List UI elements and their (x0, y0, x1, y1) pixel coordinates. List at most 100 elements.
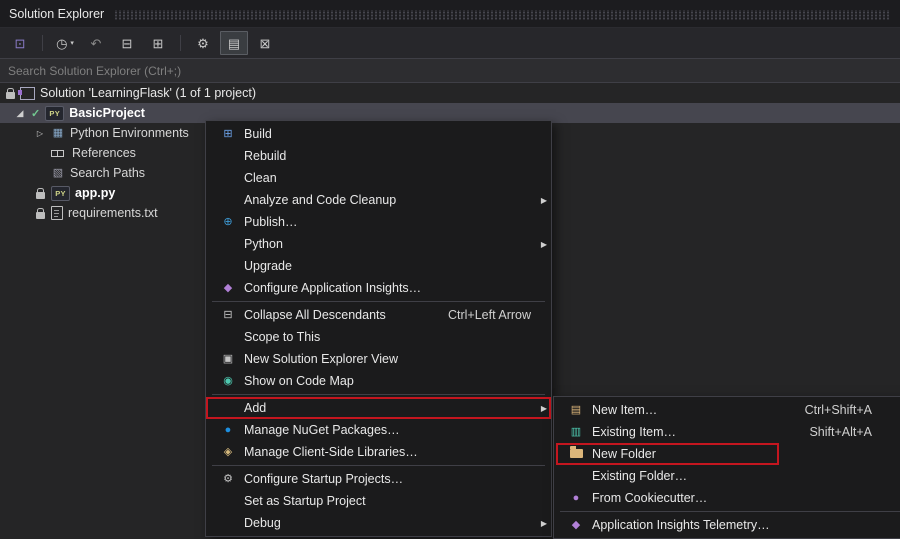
menu-item-label: Configure Application Insights… (244, 281, 421, 295)
menu-item-analyze-and-code-cleanup[interactable]: Analyze and Code Cleanup ▶ (206, 189, 551, 211)
toolbar-separator (180, 35, 181, 51)
menu-item-label: Rebuild (244, 149, 286, 163)
application-insights-telemetry-icon: ◆ (568, 520, 584, 531)
menu-item-manage-client-side-libraries[interactable]: ◈ Manage Client-Side Libraries… (206, 441, 551, 463)
menu-item-label: Analyze and Code Cleanup (244, 193, 396, 207)
menu-item-label: Add (244, 401, 266, 415)
menu-item-label: From Cookiecutter… (592, 491, 707, 505)
menu-separator (212, 465, 545, 466)
menu-item-scope-to-this[interactable]: Scope to This (206, 326, 551, 348)
toolbar-separator (42, 35, 43, 51)
menu-item-label: Manage Client-Side Libraries… (244, 445, 418, 459)
menu-item-configure-application-insights[interactable]: ◆ Configure Application Insights… (206, 277, 551, 299)
menu-item-label: Upgrade (244, 259, 292, 273)
menu-item-label: Existing Folder… (592, 469, 687, 483)
collapse-all-button[interactable]: ⊞ (144, 31, 172, 55)
collapse-all-icon: ⊞ (153, 37, 164, 50)
menu-item-build[interactable]: ⊞ Build (206, 123, 551, 145)
application-insights-icon: ◆ (220, 283, 236, 294)
menu-item-set-as-startup-project[interactable]: Set as Startup Project (206, 490, 551, 512)
gear-icon: ⚙ (220, 474, 236, 485)
menu-item-label: Build (244, 127, 272, 141)
menu-item-shortcut: Ctrl+Left Arrow (448, 308, 535, 322)
collapse-all-icon: ⊟ (220, 310, 236, 321)
indent-spacer (34, 188, 46, 199)
cookiecutter-icon: ● (568, 493, 584, 504)
expander-collapsed-icon[interactable]: ▷ (34, 129, 46, 138)
switch-views-icon: ⊡ (15, 37, 26, 50)
menu-separator (212, 394, 545, 395)
menu-item-rebuild[interactable]: Rebuild (206, 145, 551, 167)
nuget-icon: ● (220, 425, 236, 436)
menu-item-upgrade[interactable]: Upgrade (206, 255, 551, 277)
python-file-icon: PY (51, 186, 70, 201)
menu-item-label: Manage NuGet Packages… (244, 423, 400, 437)
menu-item-collapse-all-descendants[interactable]: ⊟ Collapse All Descendants Ctrl+Left Arr… (206, 304, 551, 326)
drag-grip[interactable] (114, 10, 891, 20)
code-map-icon: ⊠ (260, 37, 271, 50)
menu-item-show-on-code-map[interactable]: ◉ Show on Code Map (206, 370, 551, 392)
menu-item-label: Application Insights Telemetry… (592, 518, 770, 532)
menu-item-new-solution-explorer-view[interactable]: ▣ New Solution Explorer View (206, 348, 551, 370)
menu-item-shortcut: Ctrl+Shift+A (805, 403, 894, 417)
menu-item-label: Publish… (244, 215, 298, 229)
menu-item-label: Configure Startup Projects… (244, 472, 403, 486)
show-all-files-button[interactable]: ▤ (220, 31, 248, 55)
tree-item-label: app.py (75, 186, 115, 200)
solution-explorer-panel: Solution Explorer ⊡ ◷ ▾ ↶ ⊟ ⊞ ⚙ ▤ ⊠ (0, 0, 900, 537)
context-menu: ⊞ Build Rebuild Clean Analyze and Code C… (205, 120, 552, 537)
tree-item-label: Search Paths (70, 166, 145, 180)
tree-item-label: Solution 'LearningFlask' (1 of 1 project… (40, 86, 256, 100)
menu-item-label: Python (244, 237, 283, 251)
tree-item-label: BasicProject (69, 106, 145, 120)
menu-item-label: Clean (244, 171, 277, 185)
menu-item-manage-nuget-packages[interactable]: ● Manage NuGet Packages… (206, 419, 551, 441)
submenu-arrow-icon: ▶ (535, 196, 547, 205)
add-submenu: ▤ New Item… Ctrl+Shift+A ▥ Existing Item… (553, 396, 900, 539)
submenu-arrow-icon: ▶ (535, 519, 547, 528)
menu-item-shortcut: Shift+Alt+A (809, 425, 894, 439)
menu-item-label: New Folder (592, 447, 656, 461)
lock-icon (36, 212, 45, 219)
wrench-icon: ⚙ (197, 37, 209, 50)
build-icon: ⊞ (220, 129, 236, 140)
menu-item-label: Show on Code Map (244, 374, 354, 388)
references-icon (51, 148, 67, 158)
tree-item-label: References (72, 146, 136, 160)
solution-icon (20, 87, 35, 100)
search-input[interactable] (0, 59, 900, 82)
panel-toolbar: ⊡ ◷ ▾ ↶ ⊟ ⊞ ⚙ ▤ ⊠ (0, 28, 900, 58)
menu-item-debug[interactable]: Debug ▶ (206, 512, 551, 534)
submenu-item-existing-item[interactable]: ▥ Existing Item… Shift+Alt+A (554, 421, 900, 443)
python-environments-icon: ▦ (51, 128, 65, 139)
preview-selected-items-button[interactable]: ⊟ (113, 31, 141, 55)
new-item-icon: ▤ (568, 405, 584, 416)
switch-views-button[interactable]: ⊡ (6, 31, 34, 55)
menu-separator (560, 511, 900, 512)
existing-item-icon: ▥ (568, 427, 584, 438)
menu-item-python[interactable]: Python ▶ (206, 233, 551, 255)
submenu-item-from-cookiecutter[interactable]: ● From Cookiecutter… (554, 487, 900, 509)
sync-with-active-document-button[interactable]: ↶ (82, 31, 110, 55)
submenu-item-new-item[interactable]: ▤ New Item… Ctrl+Shift+A (554, 399, 900, 421)
submenu-item-existing-folder[interactable]: Existing Folder… (554, 465, 900, 487)
pending-changes-filter-button[interactable]: ◷ ▾ (51, 31, 79, 55)
submenu-item-new-folder[interactable]: New Folder (554, 443, 900, 465)
menu-item-configure-startup-projects[interactable]: ⚙ Configure Startup Projects… (206, 468, 551, 490)
lock-icon (36, 192, 45, 199)
tree-item-solution[interactable]: Solution 'LearningFlask' (1 of 1 project… (0, 83, 900, 103)
expander-expanded-icon[interactable]: ◢ (14, 108, 26, 119)
submenu-item-application-insights-telemetry[interactable]: ◆ Application Insights Telemetry… (554, 514, 900, 536)
tree-item-label: requirements.txt (68, 206, 158, 220)
submenu-arrow-icon: ▶ (535, 240, 547, 249)
menu-item-label: Set as Startup Project (244, 494, 366, 508)
menu-item-add[interactable]: Add ▶ (206, 397, 551, 419)
preview-icon: ⊟ (122, 37, 133, 50)
menu-item-publish[interactable]: ⊕ Publish… (206, 211, 551, 233)
search-bar (0, 58, 900, 83)
menu-item-label: Existing Item… (592, 425, 676, 439)
code-map-button[interactable]: ⊠ (251, 31, 279, 55)
lock-icon (6, 92, 15, 99)
properties-button[interactable]: ⚙ (189, 31, 217, 55)
menu-item-clean[interactable]: Clean (206, 167, 551, 189)
